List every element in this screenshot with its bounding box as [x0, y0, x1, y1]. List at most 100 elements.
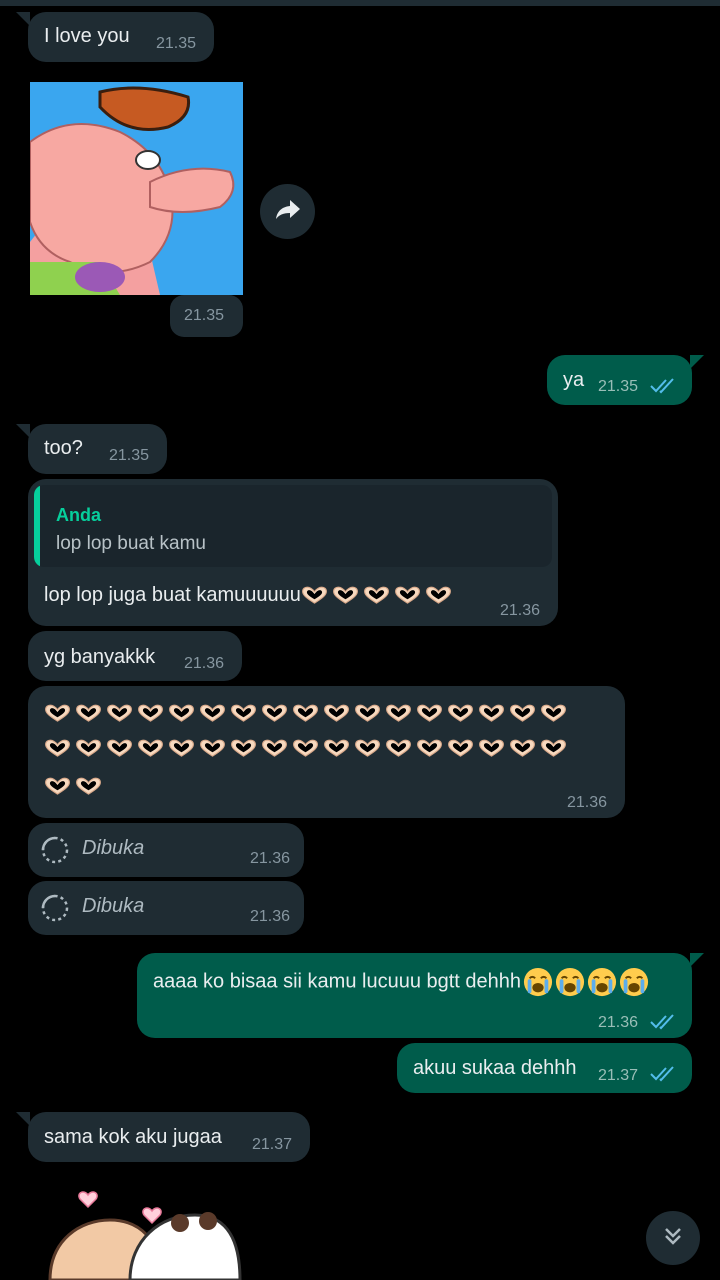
sticker-time-chip: 21.35 [170, 295, 243, 337]
message-time: 21.37 [252, 1136, 293, 1153]
message-incoming-emoji[interactable]: 21.36 [28, 686, 625, 818]
quote-author: Anda [56, 505, 101, 525]
quote-text: lop lop buat kamu [56, 533, 206, 554]
cartoon-sticker[interactable] [40, 1185, 260, 1280]
message-time: 21.37 [598, 1067, 639, 1084]
message-text: Dibuka [82, 895, 145, 917]
heart-hands-emoji [292, 704, 319, 723]
heart-hands-emoji [323, 704, 350, 723]
message-text: too? [44, 437, 83, 459]
heart-hands-emoji [168, 704, 195, 723]
heart-hands-emoji [478, 704, 505, 723]
heart-hands-emoji [332, 586, 359, 605]
loudly-crying-face-emoji [587, 967, 617, 997]
view-once-icon [40, 835, 70, 865]
forward-arrow-icon [274, 198, 302, 225]
heart-hands-emoji [416, 704, 443, 723]
heart-hands-emoji-row [44, 704, 571, 726]
message-outgoing[interactable]: ya 21.35 [547, 355, 704, 405]
heart-hands-emoji [509, 704, 536, 723]
message-time: 21.36 [250, 850, 291, 867]
heart-hands-emoji [75, 777, 102, 796]
loudly-crying-face-emoji [555, 967, 585, 997]
heart-hands-emoji [354, 739, 381, 758]
message-time: 21.36 [184, 655, 225, 672]
message-text: akuu sukaa dehhh [413, 1057, 577, 1079]
heart-hands-emoji [75, 739, 102, 758]
heart-hands-emoji [416, 739, 443, 758]
heart-hands-emoji [199, 704, 226, 723]
heart-hands-emoji [363, 586, 390, 605]
double-check-icon [649, 377, 679, 395]
heart-hands-emoji [44, 777, 71, 796]
heart-hands-emoji [230, 704, 257, 723]
quoted-message[interactable]: Anda lop lop buat kamu [34, 485, 552, 567]
heart-hands-emoji [261, 739, 288, 758]
heart-hands-emoji [447, 739, 474, 758]
message-time: 21.35 [109, 447, 150, 464]
heart-hands-emoji [509, 739, 536, 758]
message-time: 21.35 [184, 307, 225, 324]
message-outgoing[interactable]: aaaa ko bisaa sii kamu lucuuu bgtt dehhh… [137, 953, 704, 1038]
heart-hands-emoji [447, 704, 474, 723]
view-once-message[interactable]: Dibuka 21.36 [28, 881, 304, 935]
forward-button[interactable] [260, 184, 315, 239]
message-incoming[interactable]: sama kok aku jugaa 21.37 [16, 1112, 310, 1162]
heart-hands-emoji [137, 739, 164, 758]
message-time: 21.35 [156, 35, 197, 52]
message-text: aaaa ko bisaa sii kamu lucuuu bgtt dehhh [153, 967, 649, 997]
heart-hands-emoji-row [44, 777, 106, 799]
top-bar [0, 0, 720, 6]
scroll-to-bottom-button[interactable] [646, 1211, 700, 1265]
heart-hands-emoji [44, 704, 71, 723]
heart-hands-emoji [137, 704, 164, 723]
heart-hands-emoji [75, 704, 102, 723]
message-incoming[interactable]: too? 21.35 [16, 424, 167, 474]
message-incoming[interactable]: I love you 21.35 [16, 12, 214, 62]
crying-emoji-group [521, 970, 649, 992]
double-chevron-down-icon [661, 1224, 685, 1253]
message-text: yg banyakkk [44, 646, 156, 668]
patrick-sticker[interactable] [30, 82, 243, 295]
message-text-body: lop lop juga buat kamuuuuuu [44, 584, 301, 606]
heart-hands-emoji [261, 704, 288, 723]
message-text: I love you [44, 25, 130, 47]
heart-hands-emoji [168, 739, 195, 758]
message-time: 21.36 [500, 602, 541, 619]
heart-hands-emoji [540, 739, 567, 758]
quote-accent-bar [34, 485, 40, 567]
heart-hands-emoji [425, 586, 452, 605]
message-text-body: aaaa ko bisaa sii kamu lucuuu bgtt dehhh [153, 970, 522, 993]
heart-hands-emoji [44, 739, 71, 758]
heart-hands-emoji [394, 586, 421, 605]
heart-hands-emoji [478, 739, 505, 758]
message-text: Dibuka [82, 837, 145, 859]
heart-hands-emoji [106, 704, 133, 723]
view-once-icon [40, 893, 70, 923]
message-incoming-reply[interactable]: Anda lop lop buat kamu lop lop juga buat… [28, 479, 558, 626]
heart-hands-emoji [540, 704, 567, 723]
message-text: sama kok aku jugaa [44, 1126, 222, 1148]
loudly-crying-face-emoji [523, 967, 553, 997]
message-outgoing[interactable]: akuu sukaa dehhh 21.37 [397, 1043, 692, 1093]
message-incoming[interactable]: yg banyakkk 21.36 [28, 631, 242, 681]
heart-hands-emoji-row [44, 739, 571, 761]
message-text: ya [563, 369, 585, 391]
heart-hands-emoji [301, 586, 328, 605]
heart-hands-emoji [323, 739, 350, 758]
heart-hands-emoji [106, 739, 133, 758]
heart-hands-emoji [385, 739, 412, 758]
heart-hands-emoji [199, 739, 226, 758]
message-time: 21.36 [598, 1014, 639, 1031]
double-check-icon [649, 1065, 679, 1083]
message-time: 21.36 [567, 794, 608, 811]
message-text: lop lop juga buat kamuuuuuu [44, 582, 456, 608]
heart-hands-emoji [385, 704, 412, 723]
heart-hands-emoji [354, 704, 381, 723]
heart-hands-emoji [230, 739, 257, 758]
double-check-icon [649, 1013, 679, 1031]
loudly-crying-face-emoji [619, 967, 649, 997]
message-time: 21.36 [250, 908, 291, 925]
heart-hands-emoji [292, 739, 319, 758]
view-once-message[interactable]: Dibuka 21.36 [28, 823, 304, 877]
